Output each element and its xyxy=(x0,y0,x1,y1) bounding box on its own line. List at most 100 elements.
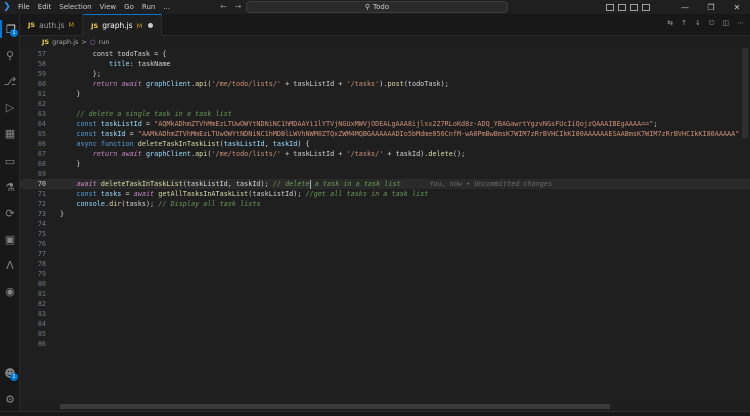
code-token: "AAMkADhmZTVhMmEzLTUwOWYtNDNiNC1hMDBlLWV… xyxy=(137,130,740,138)
code-token: // delete a single task in a task list xyxy=(60,110,232,118)
tab-graph-js[interactable]: JS graph.js M xyxy=(83,14,163,36)
code-line[interactable]: 63 // delete a single task in a task lis… xyxy=(20,109,750,119)
toggle-secondary-sidebar-icon[interactable] xyxy=(630,3,638,11)
line-number: 74 xyxy=(37,220,46,228)
explorer-icon[interactable]: ❐1 xyxy=(0,20,20,38)
run-debug-icon[interactable]: ▷ xyxy=(0,98,20,116)
previous-change-icon[interactable]: ↑ xyxy=(681,19,687,28)
breadcrumb-symbol[interactable]: run xyxy=(99,38,110,46)
code-token: console xyxy=(60,200,106,208)
code-line[interactable]: 77 xyxy=(20,249,750,259)
code-line[interactable]: 65 const taskId = "AAMkADhmZTVhMmEzLTUwO… xyxy=(20,129,750,139)
code-line[interactable]: 64 const taskListId = "AQMkADhmZTVhMmEzL… xyxy=(20,119,750,129)
code-text: const tasks = await getAllTasksInATaskLi… xyxy=(60,189,428,199)
code-line[interactable]: 61 } xyxy=(20,89,750,99)
code-token: await xyxy=(121,150,146,158)
code-line[interactable]: 70 await deleteTaskInTaskList(taskListId… xyxy=(20,179,750,189)
code-line[interactable]: 83 xyxy=(20,309,750,319)
code-line[interactable]: 79 xyxy=(20,269,750,279)
menu-edit[interactable]: Edit xyxy=(34,3,56,11)
code-line[interactable]: 84 xyxy=(20,319,750,329)
tab-auth-js[interactable]: JS auth.js M xyxy=(20,14,84,36)
javascript-file-icon: JS xyxy=(91,21,99,30)
line-number: 77 xyxy=(37,250,46,258)
minimize-icon[interactable]: — xyxy=(672,3,698,12)
code-text: } xyxy=(60,159,80,169)
menu-go[interactable]: Go xyxy=(120,3,138,11)
tab-modified-status: M xyxy=(68,21,75,29)
menu-more[interactable]: ... xyxy=(159,3,174,11)
code-editor[interactable]: 57 const todoTask = {58 title: taskName 5… xyxy=(20,48,750,404)
forward-arrow-icon[interactable]: → xyxy=(235,2,242,11)
code-token: taskListId xyxy=(100,120,142,128)
split-editor-icon[interactable]: ◫ xyxy=(722,19,729,28)
code-line[interactable]: 60 return await graphClient.api('/me/tod… xyxy=(20,79,750,89)
next-change-icon[interactable]: ↓ xyxy=(695,19,701,28)
code-line[interactable]: 59 }; xyxy=(20,69,750,79)
docker-icon[interactable]: ▣ xyxy=(0,230,20,248)
remote-explorer-icon[interactable]: ▭ xyxy=(0,152,20,170)
vertical-scrollbar[interactable] xyxy=(742,48,748,138)
code-line[interactable]: 85 xyxy=(20,329,750,339)
code-line[interactable]: 76 xyxy=(20,239,750,249)
source-control-icon[interactable]: ⎇ xyxy=(0,72,20,90)
toggle-panel-icon[interactable] xyxy=(618,3,626,11)
code-line[interactable]: 57 const todoTask = { xyxy=(20,49,750,59)
code-token: post xyxy=(387,80,404,88)
testing-icon[interactable]: ⚗ xyxy=(0,178,20,196)
code-line[interactable]: 69 xyxy=(20,169,750,179)
code-line[interactable]: 75 xyxy=(20,229,750,239)
line-number: 80 xyxy=(37,280,46,288)
code-line[interactable]: 73} xyxy=(20,209,750,219)
open-changes-icon[interactable]: ⎋ xyxy=(709,19,715,28)
code-line[interactable]: 80 xyxy=(20,279,750,289)
activity-bar: ❐1 ⚲ ⎇ ▷ ▦ ▭ ⚗ ⟳ ▣ Λ ◉ ☻1 ⚙ xyxy=(0,14,20,416)
extensions-icon[interactable]: ▦ xyxy=(0,124,20,142)
github-icon[interactable]: ◉ xyxy=(0,282,20,300)
code-line[interactable]: 58 title: taskName xyxy=(20,59,750,69)
code-token: await xyxy=(133,190,159,198)
line-number: 85 xyxy=(37,330,46,338)
code-line[interactable]: 78 xyxy=(20,259,750,269)
code-line[interactable]: 81 xyxy=(20,289,750,299)
command-center-search[interactable]: ⚲ Todo xyxy=(246,1,508,13)
azure-icon[interactable]: Λ xyxy=(0,256,20,274)
timeline-icon[interactable]: ⟳ xyxy=(0,204,20,222)
back-arrow-icon[interactable]: ← xyxy=(220,2,227,11)
horizontal-scrollbar[interactable] xyxy=(60,404,610,409)
code-line[interactable]: 72 console.dir(tasks); // Display all ta… xyxy=(20,199,750,209)
line-number: 71 xyxy=(37,190,46,198)
search-icon: ⚲ xyxy=(364,3,371,11)
unsaved-dot-icon[interactable] xyxy=(148,23,154,28)
compare-changes-icon[interactable]: ⇆ xyxy=(667,19,673,28)
code-line[interactable]: 71 const tasks = await getAllTasksInATas… xyxy=(20,189,750,199)
code-line[interactable]: 82 xyxy=(20,299,750,309)
code-line[interactable]: 86 xyxy=(20,339,750,349)
command-center-label: Todo xyxy=(373,3,390,11)
toggle-sidebar-icon[interactable] xyxy=(606,3,614,11)
code-token: } xyxy=(60,160,81,168)
code-token: graphClient xyxy=(145,150,191,158)
code-line[interactable]: 67 return await graphClient.api('/me/tod… xyxy=(20,149,750,159)
more-actions-icon[interactable]: ⋯ xyxy=(737,19,744,28)
code-line[interactable]: 62 xyxy=(20,99,750,109)
menu-view[interactable]: View xyxy=(96,3,121,11)
breadcrumb-file[interactable]: graph.js xyxy=(52,38,78,46)
menu-file[interactable]: File xyxy=(14,3,34,11)
code-token: // delete xyxy=(272,180,310,188)
restore-icon[interactable]: ❐ xyxy=(698,3,724,12)
settings-gear-icon[interactable]: ⚙ xyxy=(0,390,20,408)
customize-layout-icon[interactable] xyxy=(642,3,650,11)
code-line[interactable]: 66 async function deleteTaskInTaskList(t… xyxy=(20,139,750,149)
line-number: 83 xyxy=(37,310,46,318)
line-number: 61 xyxy=(37,90,46,98)
close-icon[interactable]: ✕ xyxy=(724,3,750,12)
search-view-icon[interactable]: ⚲ xyxy=(0,46,20,64)
menu-run[interactable]: Run xyxy=(138,3,159,11)
accounts-icon[interactable]: ☻ 1 xyxy=(0,364,20,382)
code-token: deleteTaskInTaskList xyxy=(100,180,183,188)
code-token: + taskListId + xyxy=(281,150,347,158)
code-line[interactable]: 74 xyxy=(20,219,750,229)
code-line[interactable]: 68 } xyxy=(20,159,750,169)
menu-selection[interactable]: Selection xyxy=(55,3,95,11)
